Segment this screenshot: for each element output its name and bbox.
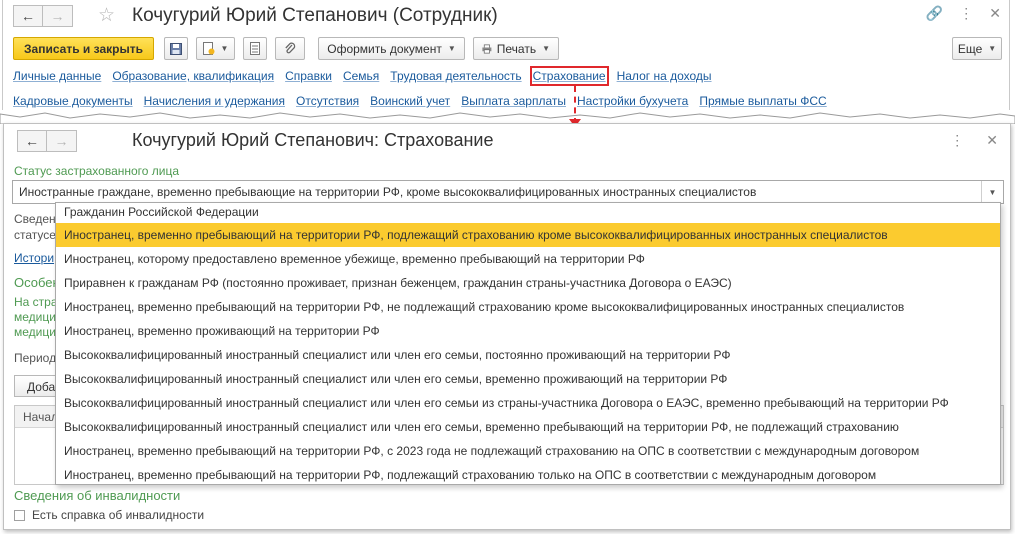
save-icon[interactable] bbox=[164, 37, 188, 60]
more-vertical-icon[interactable]: ⋮ bbox=[950, 132, 964, 149]
link-fss-payments[interactable]: Прямые выплаты ФСС bbox=[699, 94, 826, 108]
link-family[interactable]: Семья bbox=[343, 69, 379, 83]
history-link[interactable]: Истори bbox=[14, 251, 54, 265]
link-personal-data[interactable]: Личные данные bbox=[13, 69, 101, 83]
make-document-button[interactable]: Оформить документ ▼ bbox=[318, 37, 465, 60]
list-item[interactable]: Иностранец, временно пребывающий на терр… bbox=[56, 463, 1000, 484]
list-item[interactable]: Высококвалифицированный иностранный спец… bbox=[56, 367, 1000, 391]
disability-checkbox-label: Есть справка об инвалидности bbox=[32, 508, 205, 522]
list-item[interactable]: Иностранец, которому предоставлено време… bbox=[56, 247, 1000, 271]
disability-checkbox-row[interactable]: Есть справка об инвалидности bbox=[14, 508, 204, 522]
link-certificates[interactable]: Справки bbox=[285, 69, 332, 83]
nav-links-row-2: Кадровые документы Начисления и удержания… bbox=[13, 94, 838, 108]
close-icon[interactable]: ✕ bbox=[989, 5, 1001, 22]
link-work-activity[interactable]: Трудовая деятельность bbox=[390, 69, 521, 83]
attach-icon[interactable] bbox=[275, 37, 305, 60]
nav-buttons: ← → bbox=[13, 5, 73, 27]
chevron-down-icon[interactable]: ▼ bbox=[981, 181, 1003, 203]
list-item[interactable]: Приравнен к гражданам РФ (постоянно прож… bbox=[56, 271, 1000, 295]
print-button[interactable]: Печать ▼ bbox=[473, 37, 559, 60]
more-vertical-icon[interactable]: ⋮ bbox=[959, 5, 973, 22]
disability-checkbox[interactable] bbox=[14, 509, 25, 521]
info-text: Сведен bbox=[14, 212, 56, 226]
favorite-star-icon[interactable]: ☆ bbox=[98, 4, 115, 27]
list-item[interactable]: Иностранец, временно пребывающий на терр… bbox=[56, 439, 1000, 463]
report-icon[interactable] bbox=[243, 37, 267, 60]
list-item[interactable]: Иностранец, временно пребывающий на терр… bbox=[56, 223, 1000, 247]
list-item[interactable]: Высококвалифицированный иностранный спец… bbox=[56, 391, 1000, 415]
list-item[interactable]: Иностранец, временно пребывающий на терр… bbox=[56, 295, 1000, 319]
list-item[interactable]: Иностранец, временно проживающий на терр… bbox=[56, 319, 1000, 343]
document-green-icon bbox=[202, 42, 215, 55]
features-text: медици bbox=[14, 325, 56, 339]
back-icon[interactable]: ← bbox=[13, 5, 43, 27]
close-icon[interactable]: ✕ bbox=[986, 132, 998, 149]
torn-edge bbox=[0, 110, 1015, 124]
more-button[interactable]: Еще ▼ bbox=[952, 37, 1002, 60]
features-text: На стра bbox=[14, 295, 58, 309]
info-text: статусе bbox=[14, 228, 56, 242]
link-icon[interactable]: 🔗 bbox=[926, 5, 943, 22]
employee-window: ← → ☆ Кочугурий Юрий Степанович (Сотрудн… bbox=[2, 0, 1010, 118]
link-military[interactable]: Воинский учет bbox=[370, 94, 450, 108]
list-item[interactable]: Гражданин Российской Федерации bbox=[56, 203, 1000, 223]
link-accounting-settings[interactable]: Настройки бухучета bbox=[577, 94, 688, 108]
status-label: Статус застрахованного лица bbox=[14, 164, 180, 178]
save-close-button[interactable]: Записать и закрыть bbox=[13, 37, 154, 60]
chevron-down-icon: ▼ bbox=[447, 44, 456, 53]
link-salary-payment[interactable]: Выплата зарплаты bbox=[461, 94, 566, 108]
chevron-down-icon: ▼ bbox=[542, 44, 550, 53]
window-title: Кочугурий Юрий Степанович: Страхование bbox=[132, 130, 494, 150]
link-absences[interactable]: Отсутствия bbox=[296, 94, 359, 108]
link-income-tax[interactable]: Налог на доходы bbox=[617, 69, 712, 83]
status-dropdown-list: Гражданин Российской Федерации Иностране… bbox=[55, 202, 1001, 485]
chevron-down-icon: ▼ bbox=[988, 44, 997, 53]
forward-icon[interactable]: → bbox=[43, 5, 73, 27]
features-text: медици bbox=[14, 310, 56, 324]
toolbar: Записать и закрыть ▼ Оформить документ ▼… bbox=[13, 37, 1002, 61]
periods-label: Период bbox=[14, 351, 57, 365]
nav-buttons: ← → bbox=[17, 130, 77, 152]
chevron-down-icon: ▼ bbox=[220, 44, 229, 53]
link-education[interactable]: Образование, квалификация bbox=[112, 69, 274, 83]
printer-icon bbox=[482, 43, 492, 54]
forward-icon[interactable]: → bbox=[47, 130, 77, 152]
link-accruals[interactable]: Начисления и удержания bbox=[144, 94, 285, 108]
window-title: Кочугурий Юрий Степанович (Сотрудник) bbox=[132, 5, 498, 26]
link-insurance[interactable]: Страхование bbox=[529, 66, 609, 86]
link-hr-documents[interactable]: Кадровые документы bbox=[13, 94, 133, 108]
window-controls: 🔗 ⋮ ✕ bbox=[926, 5, 1001, 22]
back-icon[interactable]: ← bbox=[17, 130, 47, 152]
list-item[interactable]: Высококвалифицированный иностранный спец… bbox=[56, 343, 1000, 367]
features-title: Особен bbox=[14, 275, 60, 290]
disability-title: Сведения об инвалидности bbox=[14, 488, 181, 503]
list-item[interactable]: Высококвалифицированный иностранный спец… bbox=[56, 415, 1000, 439]
create-based-on-button[interactable]: ▼ bbox=[196, 37, 235, 60]
nav-links-row-1: Личные данные Образование, квалификация Сп… bbox=[13, 66, 723, 86]
status-value: Иностранные граждане, временно пребывающ… bbox=[19, 185, 757, 199]
window-controls: ⋮ ✕ bbox=[950, 132, 998, 149]
status-select[interactable]: Иностранные граждане, временно пребывающ… bbox=[12, 180, 1004, 204]
